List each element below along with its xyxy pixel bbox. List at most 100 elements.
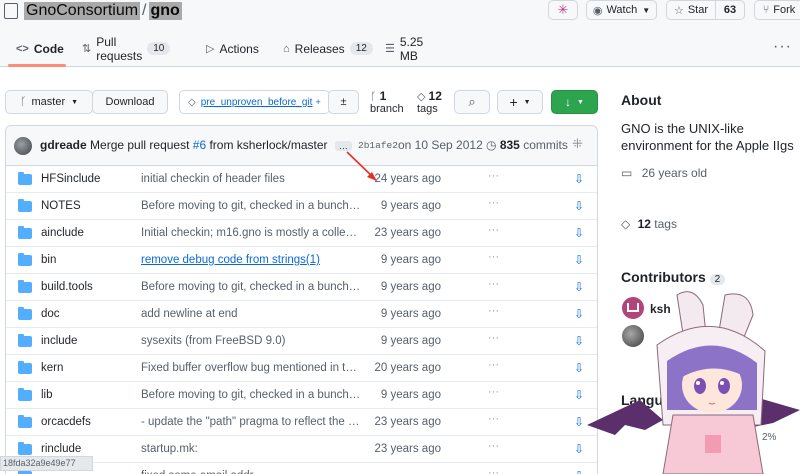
- tab-pull-requests-label: Pull requests: [96, 34, 143, 63]
- commit-message[interactable]: - update the "path" pragma to reflect th…: [141, 416, 361, 428]
- commit-message[interactable]: add newline at end: [141, 308, 361, 320]
- commit-pr-link[interactable]: #6: [193, 138, 206, 152]
- file-row[interactable]: NOTES Before moving to git, checked in a …: [6, 193, 597, 220]
- cloud-download-icon[interactable]: ⇩: [574, 361, 584, 375]
- commit-message[interactable]: Initial checkin; m16.gno is mostly a col…: [141, 227, 361, 239]
- file-name[interactable]: HFSinclude: [41, 173, 100, 185]
- star-count[interactable]: 63: [715, 0, 745, 20]
- file-name[interactable]: include: [41, 335, 77, 347]
- cloud-download-icon[interactable]: ⇩: [574, 307, 584, 321]
- tab-pull-requests[interactable]: ⇅ Pull requests 10: [82, 30, 171, 67]
- commit-message[interactable]: sysexits (from FreeBSD 9.0): [141, 335, 361, 347]
- more-icon[interactable]: ···: [488, 197, 499, 209]
- more-icon[interactable]: ···: [488, 467, 499, 474]
- tag-count[interactable]: ◇ 12 tags: [417, 90, 442, 115]
- repo-separator: /: [142, 2, 147, 19]
- tab-size[interactable]: ☰ 5.25 MB: [385, 30, 423, 67]
- commit-author[interactable]: gdreade: [40, 138, 87, 152]
- more-icon[interactable]: ···: [488, 332, 499, 344]
- commit-message[interactable]: Before moving to git, checked in a bunch…: [141, 200, 361, 212]
- plus-minus-button[interactable]: ±: [328, 90, 359, 114]
- more-icon[interactable]: ···: [488, 440, 499, 452]
- repo-owner-link[interactable]: GnoConsortium: [24, 2, 141, 20]
- commit-message[interactable]: Before moving to git, checked in a bunch…: [141, 389, 361, 401]
- branch-count[interactable]: ᚴ 1 branch: [370, 90, 404, 115]
- tab-actions[interactable]: ▷ Actions: [206, 30, 259, 67]
- file-name[interactable]: kern: [41, 362, 63, 374]
- commit-message-suffix[interactable]: from ksherlock/master: [209, 138, 327, 152]
- file-row[interactable]: HFSinclude initial checkin of header file…: [6, 166, 597, 193]
- file-row[interactable]: bin remove debug code from strings(1) 9 ye…: [6, 247, 597, 274]
- commits-link[interactable]: ◷ 835 commits: [486, 138, 568, 152]
- drag-handle-icon[interactable]: ⁜: [572, 136, 583, 152]
- star-button[interactable]: ☆ Star: [666, 0, 716, 20]
- file-name[interactable]: ainclude: [41, 227, 84, 239]
- more-icon[interactable]: ···: [488, 278, 499, 290]
- repo-name-link[interactable]: gno: [148, 2, 182, 20]
- more-icon[interactable]: ···: [488, 224, 499, 236]
- watch-button[interactable]: ◉ Watch ▼: [586, 0, 657, 20]
- tag-filter-label: pre_unproven_before_git: [200, 96, 313, 108]
- tab-releases[interactable]: ⌂ Releases 12: [283, 30, 373, 67]
- pull-request-icon: ⇅: [82, 43, 92, 55]
- file-name[interactable]: orcacdefs: [41, 416, 91, 428]
- commit-message[interactable]: initial checkin of header files: [141, 173, 361, 185]
- fork-button[interactable]: ⑂ Fork: [754, 0, 800, 20]
- cloud-download-icon[interactable]: ⇩: [574, 253, 584, 267]
- file-name[interactable]: rinclude: [41, 443, 81, 455]
- file-row[interactable]: kern Fixed buffer overflow bug mentioned …: [6, 355, 597, 382]
- cloud-download-icon[interactable]: ⇩: [574, 334, 584, 348]
- more-icon[interactable]: ···: [488, 413, 499, 425]
- tab-releases-label: Releases: [294, 41, 345, 56]
- file-row[interactable]: build.tools Before moving to git, checked…: [6, 274, 597, 301]
- cloud-download-icon[interactable]: ⇩: [574, 442, 584, 456]
- folder-icon: [18, 280, 32, 293]
- cloud-download-icon[interactable]: ⇩: [574, 172, 584, 186]
- commit-message[interactable]: Before moving to git, checked in a bunch…: [141, 281, 361, 293]
- file-name[interactable]: NOTES: [41, 200, 81, 212]
- file-name[interactable]: build.tools: [41, 281, 93, 293]
- more-icon[interactable]: ···: [488, 251, 499, 263]
- file-row[interactable]: ainclude Initial checkin; m16.gno is most…: [6, 220, 597, 247]
- folder-icon: [18, 388, 32, 401]
- cloud-download-icon[interactable]: ⇩: [574, 199, 584, 213]
- code-download-button[interactable]: ↓ ▼: [551, 90, 598, 114]
- commit-message[interactable]: remove debug code from strings(1): [141, 254, 361, 266]
- tag-count-word: tags: [417, 103, 438, 115]
- cloud-download-icon[interactable]: ⇩: [574, 469, 584, 474]
- kebab-menu-icon[interactable]: ···: [773, 38, 792, 56]
- file-name[interactable]: doc: [41, 308, 60, 320]
- tab-releases-count: 12: [349, 42, 373, 55]
- more-icon[interactable]: ···: [488, 386, 499, 398]
- file-row[interactable]: rinclude startup.mk: 23 years ago ··· ⇩: [6, 436, 597, 463]
- file-name[interactable]: bin: [41, 254, 56, 266]
- more-icon[interactable]: ···: [488, 170, 499, 182]
- commit-message-prefix[interactable]: Merge pull request: [90, 138, 189, 152]
- commit-message[interactable]: Fixed buffer overflow bug mentioned in t…: [141, 362, 361, 374]
- file-row[interactable]: include sysexits (from FreeBSD 9.0) 9 year…: [6, 328, 597, 355]
- anime-character-overlay: [587, 291, 800, 474]
- cloud-download-icon[interactable]: ⇩: [574, 415, 584, 429]
- file-row[interactable]: lib Before moving to git, checked in a bu…: [6, 382, 597, 409]
- cloud-download-icon[interactable]: ⇩: [574, 388, 584, 402]
- file-name[interactable]: lib: [41, 389, 53, 401]
- sponsor-button[interactable]: ✳: [548, 0, 578, 20]
- tag-filter-pill[interactable]: ◇ pre_unproven_before_git +: [179, 90, 330, 114]
- cloud-download-icon[interactable]: ⇩: [574, 280, 584, 294]
- file-row[interactable]: doc add newline at end 9 years ago ··· ⇩: [6, 301, 597, 328]
- cloud-download-icon[interactable]: ⇩: [574, 226, 584, 240]
- branch-selector[interactable]: ᚴ master ▼: [5, 90, 93, 114]
- contributors-title[interactable]: Contributors 2: [621, 269, 726, 285]
- tab-code[interactable]: <> Code: [16, 30, 64, 67]
- add-file-button[interactable]: + ▼: [497, 90, 543, 114]
- more-icon[interactable]: ···: [488, 359, 499, 371]
- download-button[interactable]: Download: [92, 90, 168, 114]
- commit-message[interactable]: startup.mk:: [141, 443, 361, 455]
- commit-message[interactable]: fixed some email addr...: [141, 470, 361, 474]
- search-button[interactable]: ⌕: [454, 90, 490, 114]
- sidebar-tags-link[interactable]: ◇ 12 tags: [621, 217, 677, 231]
- avatar[interactable]: [14, 137, 32, 155]
- file-row[interactable]: fixed some email addr... ··· ⇩: [6, 463, 597, 474]
- file-row[interactable]: orcacdefs - update the "path" pragma to r…: [6, 409, 597, 436]
- more-icon[interactable]: ···: [488, 305, 499, 317]
